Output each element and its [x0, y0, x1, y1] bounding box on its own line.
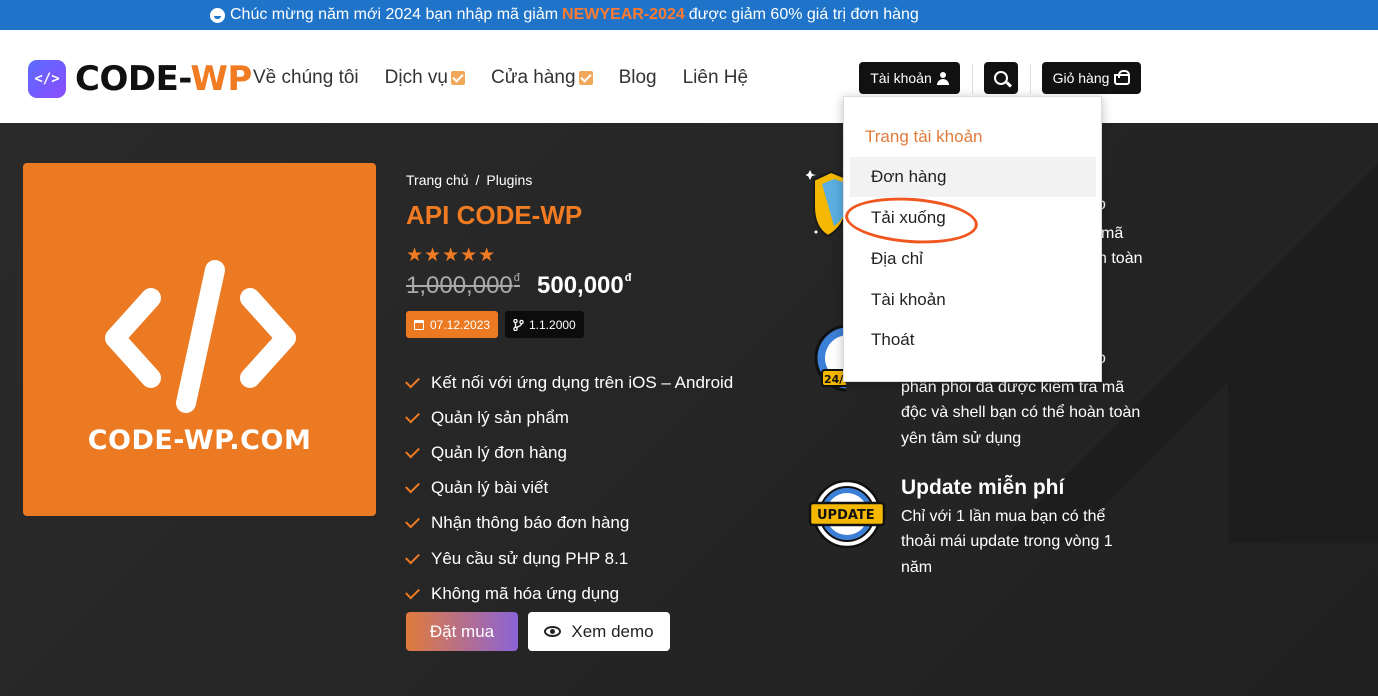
list-item: Quản lý sản phẩm [405, 400, 733, 435]
support-247-icon: 24/7 [814, 324, 846, 392]
list-item: Nhận thông báo đơn hàng [405, 506, 733, 541]
old-price-value: 1,000,000 [406, 272, 513, 299]
view-demo-label: Xem demo [571, 621, 654, 641]
feature-description-line: Chỉ với 1 lần mua bạn có thể [901, 508, 1106, 525]
announcement-bar: Chúc mừng năm mới 2024 bạn nhập mã giảm … [0, 0, 1378, 30]
eye-icon [544, 626, 562, 637]
site-header: </> CODE-WP Về chúng tôi Dịch vụ Cửa hàn… [0, 30, 1378, 123]
user-icon [936, 71, 949, 85]
update-icon-text: UPDATE [817, 508, 875, 523]
menu-item-account[interactable]: Tài khoản [850, 280, 1096, 320]
release-date: 07.12.2023 [430, 317, 491, 332]
view-demo-button[interactable]: Xem demo [528, 612, 670, 651]
feature-description-line: năm [901, 559, 933, 576]
list-item: Không mã hóa ứng dụng [405, 576, 733, 611]
nav-item-contact[interactable]: Liên Hệ [683, 67, 749, 89]
menu-item-address[interactable]: Địa chỉ [850, 239, 1096, 279]
nav-item-blog[interactable]: Blog [619, 67, 657, 89]
product-title: API CODE-WP [406, 200, 583, 230]
announcement-text-before: Chúc mừng năm mới 2024 bạn nhập mã giảm [230, 6, 559, 23]
account-button-label: Tài khoản [870, 70, 932, 86]
sale-price-currency: đ [624, 272, 632, 284]
list-item: Yêu cầu sử dụng PHP 8.1 [405, 541, 733, 576]
calendar-icon [414, 319, 424, 330]
check-icon [405, 408, 420, 424]
check-icon [405, 478, 420, 494]
version-number: 1.1.2000 [529, 317, 576, 332]
menu-item-logout[interactable]: Thoát [850, 320, 1096, 360]
header-divider [972, 64, 973, 94]
list-item: Kết nối với ứng dụng trên iOS – Android [405, 365, 734, 400]
breadcrumb: Trang chủ / Plugins [406, 172, 533, 188]
menu-item-downloads[interactable]: Tải xuống [850, 198, 1096, 238]
feature-text: Không mã hóa ứng dụng [431, 583, 620, 603]
git-branch-icon [513, 318, 524, 331]
announcement-text-after: được giảm 60% giá trị đơn hàng [688, 6, 919, 23]
star-rating: ★★★★★ [406, 245, 497, 266]
feature-text: Yêu cầu sử dụng PHP 8.1 [431, 548, 629, 568]
update-feature-title: Update miễn phí [901, 476, 1065, 499]
account-button[interactable]: Tài khoản [859, 62, 960, 94]
site-logo[interactable]: </> CODE-WP [28, 59, 252, 99]
list-item: Quản lý đơn hàng [405, 435, 733, 470]
feature-text: Quản lý sản phẩm [431, 407, 569, 427]
account-dropdown-menu: Trang tài khoản Đơn hàng Tải xuống Địa c… [843, 96, 1102, 382]
product-image-text: CODE-WP.COM [87, 425, 312, 456]
nav-item-services[interactable]: Dịch vụ [385, 67, 465, 89]
sale-price-value: 500,000 [537, 272, 624, 299]
nav-item-label: Liên Hệ [682, 67, 749, 88]
search-icon [994, 71, 1008, 85]
check-icon [405, 513, 420, 529]
nav-item-label: Cửa hàng [491, 67, 576, 88]
logo-text: CODE-WP [75, 59, 252, 99]
header-divider [1030, 64, 1031, 94]
breadcrumb-home[interactable]: Trang chủ [406, 172, 469, 188]
version-badge: 1.1.2000 [505, 311, 584, 338]
cart-button-label: Giỏ hàng [1052, 70, 1110, 86]
breadcrumb-plugins[interactable]: Plugins [486, 172, 532, 188]
nav-item-label: Dịch vụ [384, 67, 448, 88]
shield-icon [806, 170, 846, 238]
check-icon [405, 373, 420, 389]
logo-text-part1: CODE- [75, 59, 191, 99]
feature-description-line: thoải mái update trong vòng 1 [901, 533, 1113, 550]
feature-text: Nhận thông báo đơn hàng [431, 513, 630, 533]
feature-text-fragment: mã [1101, 225, 1124, 242]
nav-item-about[interactable]: Về chúng tôi [253, 67, 359, 89]
list-item: Quản lý bài viết [405, 471, 733, 506]
menu-item-orders[interactable]: Đơn hàng [850, 157, 1096, 197]
dropdown-check-icon [578, 71, 593, 85]
old-price: 1,000,000đ [406, 272, 520, 300]
feature-text: Kết nối với ứng dụng trên iOS – Android [431, 372, 734, 392]
feature-description-line: yên tâm sử dụng [901, 430, 1022, 447]
search-button[interactable] [984, 62, 1018, 94]
check-icon [405, 584, 420, 600]
sale-price: 500,000đ [537, 272, 632, 300]
check-icon [405, 549, 420, 564]
smile-icon [210, 7, 225, 23]
feature-text: Quản lý đơn hàng [431, 442, 567, 462]
old-price-currency: đ [513, 272, 520, 284]
feature-description-line: độc và shell bạn có thể hoàn toàn [901, 404, 1141, 421]
main-nav: Về chúng tôi Dịch vụ Cửa hàng Blog Liên … [253, 67, 774, 89]
feature-list: Kết nối với ứng dụng trên iOS – Android … [405, 365, 734, 611]
update-icon: UPDATE [808, 479, 886, 549]
feature-text-fragment: n toàn [1098, 250, 1143, 267]
nav-item-label: Về chúng tôi [253, 67, 359, 88]
promo-code: NEWYEAR-2024 [562, 6, 685, 23]
feature-text: Quản lý bài viết [431, 478, 549, 498]
product-image[interactable]: CODE-WP.COM [23, 163, 376, 516]
release-date-badge: 07.12.2023 [406, 311, 499, 338]
dropdown-check-icon [451, 71, 465, 85]
code-logo-icon: </> [28, 60, 66, 98]
dropdown-heading[interactable]: Trang tài khoản [865, 127, 983, 147]
nav-item-label: Blog [618, 67, 657, 88]
nav-item-shop[interactable]: Cửa hàng [491, 67, 593, 89]
logo-text-part2: WP [190, 59, 252, 99]
code-brackets-icon [105, 260, 296, 413]
cart-button[interactable]: Giỏ hàng [1042, 62, 1141, 94]
basket-icon [1114, 70, 1131, 85]
check-icon [405, 443, 420, 459]
order-button[interactable]: Đặt mua [406, 612, 518, 651]
